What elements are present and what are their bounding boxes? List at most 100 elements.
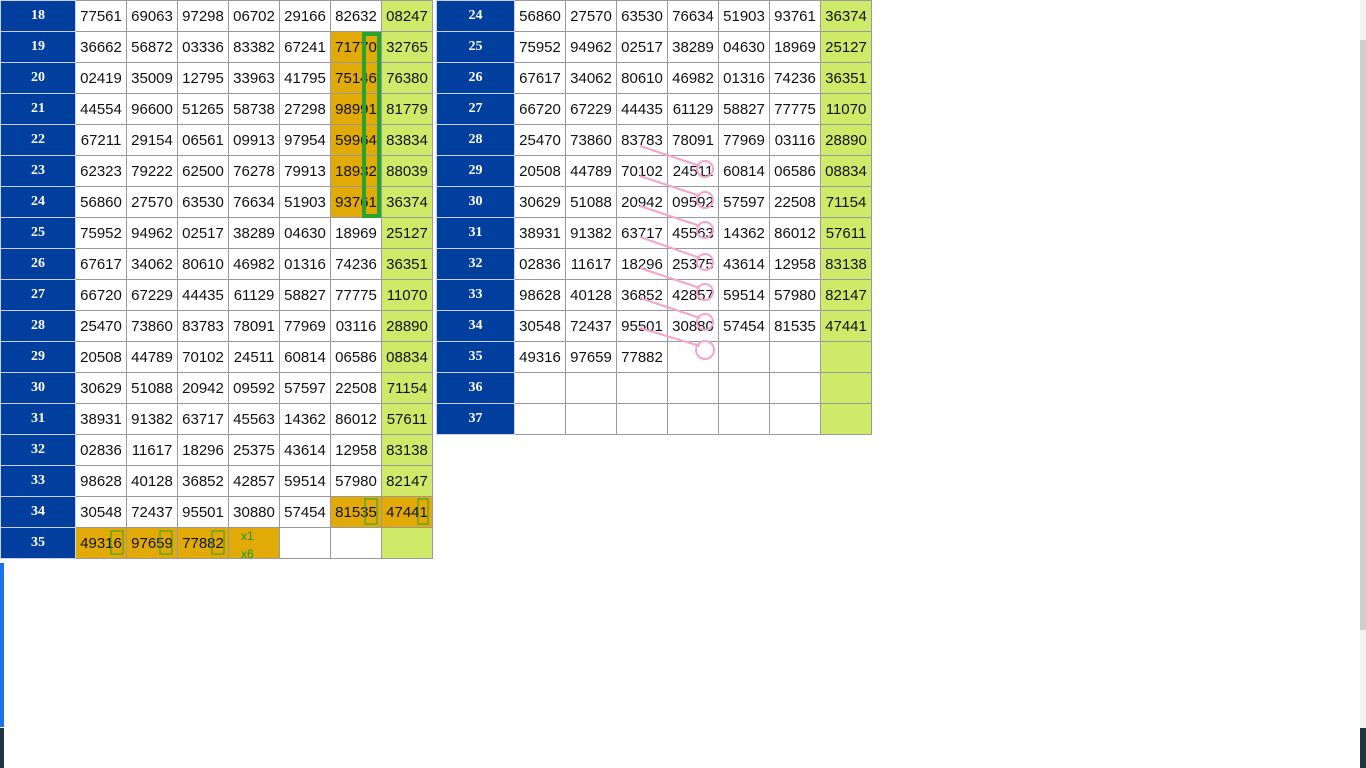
number-cell[interactable]: 67229 xyxy=(565,93,617,125)
number-cell[interactable]: 82147 xyxy=(820,279,872,311)
number-cell[interactable] xyxy=(565,403,617,435)
number-cell[interactable]: 70102 xyxy=(616,155,668,187)
number-cell[interactable]: 80610 xyxy=(177,248,229,280)
number-cell[interactable]: 97954 xyxy=(279,124,331,156)
number-cell[interactable]: 67241 xyxy=(279,31,331,63)
number-cell[interactable]: 71770 xyxy=(330,31,382,63)
number-cell[interactable]: 22508 xyxy=(769,186,821,218)
number-cell[interactable]: 02517 xyxy=(616,31,668,63)
number-cell[interactable]: 94962 xyxy=(126,217,178,249)
number-cell[interactable]: 57597 xyxy=(279,372,331,404)
number-cell[interactable]: 69063 xyxy=(126,0,178,32)
number-cell[interactable]: 11070 xyxy=(381,279,433,311)
number-cell[interactable]: 82632 xyxy=(330,0,382,32)
number-cell[interactable]: 42857 xyxy=(228,465,280,497)
number-cell[interactable]: 45563 xyxy=(667,217,719,249)
number-cell[interactable]: 36852 xyxy=(177,465,229,497)
number-cell[interactable] xyxy=(820,403,872,435)
number-cell[interactable]: 14362 xyxy=(279,403,331,435)
number-cell[interactable] xyxy=(616,403,668,435)
number-cell[interactable] xyxy=(769,372,821,404)
number-cell[interactable]: 18932 xyxy=(330,155,382,187)
number-cell[interactable] xyxy=(820,372,872,404)
number-cell[interactable]: 83138 xyxy=(820,248,872,280)
number-cell[interactable]: 44789 xyxy=(126,341,178,373)
number-cell[interactable]: 98628 xyxy=(514,279,566,311)
number-cell[interactable]: 62323 xyxy=(75,155,127,187)
number-cell[interactable]: 38931 xyxy=(75,403,127,435)
number-cell[interactable]: 18969 xyxy=(769,31,821,63)
number-cell[interactable]: 20942 xyxy=(616,186,668,218)
number-cell[interactable]: 75952 xyxy=(75,217,127,249)
number-cell[interactable]: 03116 xyxy=(330,310,382,342)
number-cell[interactable]: 51088 xyxy=(565,186,617,218)
number-cell[interactable]: 98991 xyxy=(330,93,382,125)
number-cell[interactable]: 49316 xyxy=(75,527,127,559)
number-cell[interactable]: 59514 xyxy=(279,465,331,497)
number-cell[interactable]: 75952 xyxy=(514,31,566,63)
number-cell[interactable] xyxy=(667,403,719,435)
number-cell[interactable]: 44435 xyxy=(177,279,229,311)
number-cell[interactable]: 77969 xyxy=(279,310,331,342)
number-cell[interactable]: 60814 xyxy=(718,155,770,187)
number-cell[interactable]: 12795 xyxy=(177,62,229,94)
number-cell[interactable]: 58827 xyxy=(279,279,331,311)
number-cell[interactable] xyxy=(769,341,821,373)
number-cell[interactable]: 57454 xyxy=(279,496,331,528)
number-cell[interactable]: 27570 xyxy=(565,0,617,32)
number-cell[interactable]: 30548 xyxy=(514,310,566,342)
number-cell[interactable]: 02419 xyxy=(75,62,127,94)
number-cell[interactable] xyxy=(514,403,566,435)
number-cell[interactable]: 77882 xyxy=(177,527,229,559)
number-cell[interactable]: 70102 xyxy=(177,341,229,373)
number-cell[interactable]: 76380 xyxy=(381,62,433,94)
number-cell[interactable]: 83783 xyxy=(616,124,668,156)
number-cell[interactable]: 01316 xyxy=(279,248,331,280)
number-cell[interactable]: 57597 xyxy=(718,186,770,218)
number-cell[interactable]: 18296 xyxy=(616,248,668,280)
number-cell[interactable]: 42857 xyxy=(667,279,719,311)
number-cell[interactable]: 06561 xyxy=(177,124,229,156)
number-cell[interactable]: 30629 xyxy=(75,372,127,404)
number-cell[interactable]: 67229 xyxy=(126,279,178,311)
number-cell[interactable]: 34062 xyxy=(565,62,617,94)
number-cell[interactable]: 06586 xyxy=(330,341,382,373)
number-cell[interactable]: 38289 xyxy=(667,31,719,63)
number-cell[interactable]: 09913 xyxy=(228,124,280,156)
number-cell[interactable] xyxy=(667,341,719,373)
number-cell[interactable]: 74236 xyxy=(769,62,821,94)
number-cell[interactable]: 77561 xyxy=(75,0,127,32)
number-cell[interactable]: 30629 xyxy=(514,186,566,218)
number-cell[interactable]: 77775 xyxy=(330,279,382,311)
number-cell[interactable]: 56860 xyxy=(75,186,127,218)
number-cell[interactable]: 12958 xyxy=(330,434,382,466)
number-cell[interactable]: 78091 xyxy=(667,124,719,156)
number-cell[interactable]: 27298 xyxy=(279,93,331,125)
number-cell[interactable]: 79222 xyxy=(126,155,178,187)
number-cell[interactable]: 44789 xyxy=(565,155,617,187)
number-cell[interactable]: 43614 xyxy=(279,434,331,466)
number-cell[interactable]: 57611 xyxy=(381,403,433,435)
number-cell[interactable]: 40128 xyxy=(565,279,617,311)
number-cell[interactable]: 25127 xyxy=(820,31,872,63)
number-cell[interactable]: 35009 xyxy=(126,62,178,94)
number-cell[interactable]: 57454 xyxy=(718,310,770,342)
number-cell[interactable]: 59514 xyxy=(718,279,770,311)
number-cell[interactable]: 28890 xyxy=(820,124,872,156)
number-cell[interactable]: 67617 xyxy=(75,248,127,280)
number-cell[interactable]: 71154 xyxy=(820,186,872,218)
number-cell[interactable] xyxy=(820,341,872,373)
number-cell[interactable]: 25127 xyxy=(381,217,433,249)
number-cell[interactable]: 20942 xyxy=(177,372,229,404)
number-cell[interactable]: 86012 xyxy=(330,403,382,435)
number-cell[interactable]: 93761 xyxy=(330,186,382,218)
number-cell[interactable]: 02517 xyxy=(177,217,229,249)
number-cell[interactable]: 95501 xyxy=(616,310,668,342)
number-cell[interactable]: 29166 xyxy=(279,0,331,32)
number-cell[interactable]: 18296 xyxy=(177,434,229,466)
number-cell[interactable]: 56860 xyxy=(514,0,566,32)
number-cell[interactable]: 08834 xyxy=(820,155,872,187)
number-cell[interactable]: 56872 xyxy=(126,31,178,63)
number-cell[interactable]: 01316 xyxy=(718,62,770,94)
number-cell[interactable]: 02836 xyxy=(514,248,566,280)
